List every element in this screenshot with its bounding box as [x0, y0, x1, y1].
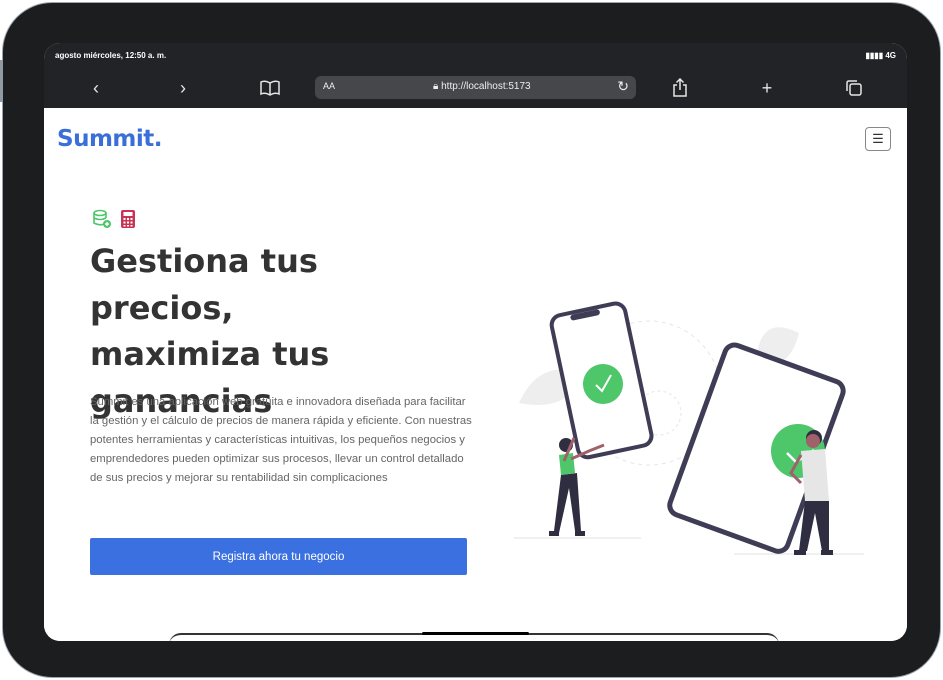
- database-add-icon: [93, 209, 111, 228]
- new-tab-button[interactable]: +: [756, 77, 778, 99]
- headline-line: Gestiona tus precios,: [90, 242, 318, 327]
- side-button: [0, 60, 3, 102]
- hamburger-icon: ☰: [872, 131, 884, 146]
- home-indicator[interactable]: [422, 632, 529, 635]
- headline-line: maximiza tus: [90, 335, 330, 373]
- status-network: ▮▮▮▮ 4G: [865, 51, 896, 60]
- plus-icon: +: [761, 78, 773, 98]
- hero-description: Summit es una aplicación web gratuita e …: [90, 396, 472, 484]
- address-bar[interactable]: AA 🔒︎ http://localhost:5173 ↻: [315, 76, 636, 99]
- signal-icon: ▮▮▮▮: [865, 51, 886, 60]
- tablet-frame: agosto miércoles, 12:50 a. m. ▮▮▮▮ 4G ‹ …: [2, 2, 941, 678]
- network-type: 4G: [885, 51, 896, 60]
- calculator-icon: [121, 210, 136, 228]
- text-size-button[interactable]: AA: [323, 81, 335, 91]
- site-logo[interactable]: Summit.: [57, 126, 163, 152]
- tabs-icon: [846, 80, 862, 96]
- register-business-button[interactable]: Registra ahora tu negocio: [90, 538, 467, 575]
- share-button[interactable]: [669, 77, 691, 99]
- back-button[interactable]: ‹: [85, 77, 107, 99]
- lock-icon: 🔒︎: [433, 81, 442, 92]
- screen: agosto miércoles, 12:50 a. m. ▮▮▮▮ 4G ‹ …: [44, 43, 907, 641]
- browser-chrome: agosto miércoles, 12:50 a. m. ▮▮▮▮ 4G ‹ …: [44, 43, 907, 108]
- chevron-right-icon: ›: [180, 78, 186, 98]
- url-text: 🔒︎ http://localhost:5173: [433, 81, 531, 92]
- bookmarks-button[interactable]: [259, 77, 281, 99]
- chevron-left-icon: ‹: [93, 78, 99, 98]
- status-time: agosto miércoles, 12:50 a. m.: [55, 51, 167, 60]
- hero-illustration: [514, 301, 864, 555]
- book-icon: [260, 80, 280, 96]
- phone-illustration: [549, 301, 654, 460]
- tabs-button[interactable]: [843, 77, 865, 99]
- web-page: Summit. ☰ Gestiona tus precios, maximiza…: [44, 108, 907, 641]
- status-bar: agosto miércoles, 12:50 a. m. ▮▮▮▮ 4G: [55, 51, 896, 65]
- menu-button[interactable]: ☰: [865, 127, 891, 151]
- reload-icon[interactable]: ↻: [617, 78, 629, 95]
- feature-icons: [92, 209, 136, 229]
- share-icon: [673, 77, 687, 97]
- forward-button[interactable]: ›: [172, 77, 194, 99]
